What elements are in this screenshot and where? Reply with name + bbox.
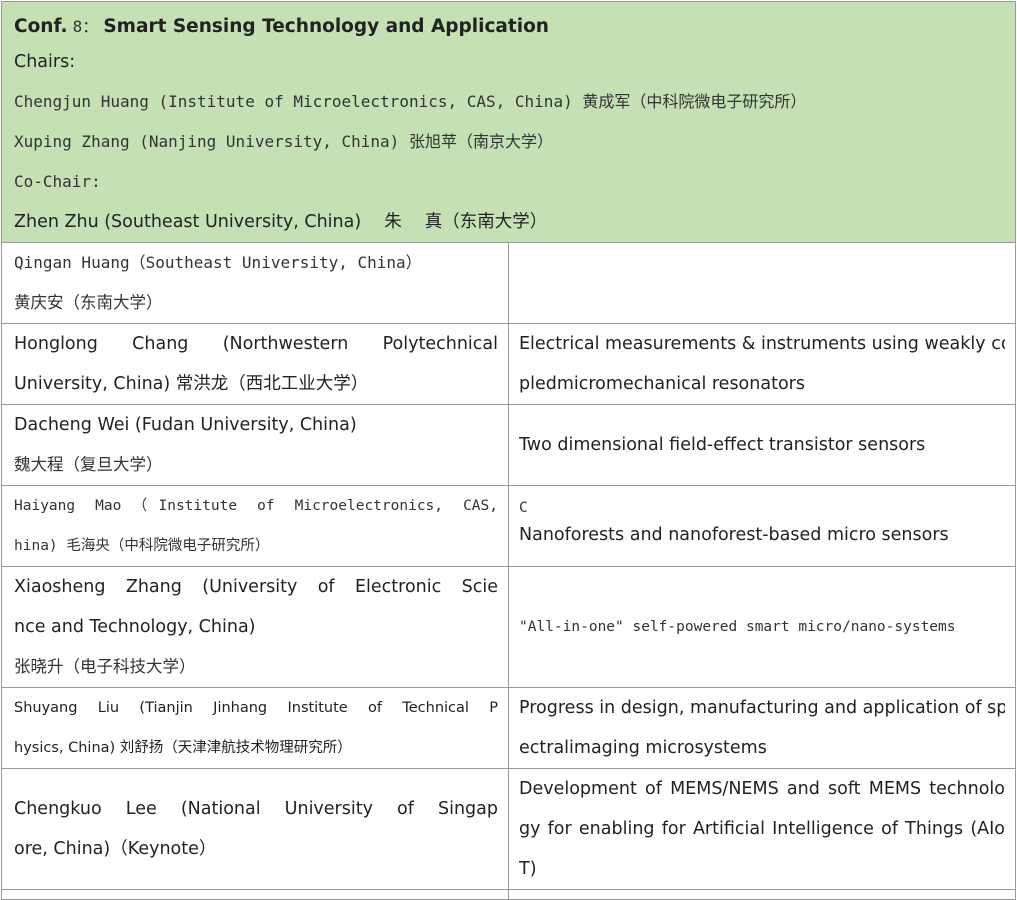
talk-line: gy for enabling for Artificial Intellige… [519,819,1005,839]
table-row: Haiyang Mao（Institute of Microelectronic… [1,485,1016,567]
speaker-cell: Xiaosheng Zhang (University of Electroni… [1,566,509,688]
talk-line: ectralimaging microsystems [519,738,767,758]
talk-cell [508,889,1016,900]
table-row [1,889,1016,900]
talk-line: Two dimensional field-effect transistor … [519,435,926,455]
conf-number: 8： [72,17,99,36]
speaker-line: Qingan Huang（Southeast University, China… [14,253,422,272]
speaker-line: 魏大程（复旦大学） [14,455,163,474]
talk-line: Nanoforests and nanoforest-based micro s… [519,525,949,545]
talk-line: pledmicromechanical resonators [519,374,805,394]
talk-cell: "All-in-one" self-powered smart micro/na… [508,566,1016,688]
talk-cell: Electrical measurements & instruments us… [508,323,1016,405]
speaker-cell: Honglong Chang (Northwestern Polytechnic… [1,323,509,405]
talk-line: "All-in-one" self-powered smart micro/na… [519,619,956,635]
speaker-cell: Shuyang Liu (Tianjin Jinhang Institute o… [1,687,509,769]
speaker-line: Haiyang Mao（Institute of Microelectronic… [14,498,498,514]
table-row: Chengkuo Lee (National University of Sin… [1,768,1016,890]
chair-2: Xuping Zhang (Nanjing University, China)… [14,132,553,151]
table-row: Xiaosheng Zhang (University of Electroni… [1,566,1016,688]
talk-line: Progress in design, manufacturing and ap… [519,698,1005,718]
speaker-line: Xiaosheng Zhang (University of Electroni… [14,577,498,597]
speaker-line: 张晓升（电子科技大学） [14,657,196,676]
program-sheet: Conf. 8： Smart Sensing Technology and Ap… [1,1,1016,900]
chair-1: Chengjun Huang (Institute of Microelectr… [14,92,807,111]
speaker-line: Honglong Chang (Northwestern Polytechnic… [14,334,498,354]
talk-cell: Progress in design, manufacturing and ap… [508,687,1016,769]
talk-cell: Two dimensional field-effect transistor … [508,404,1016,486]
talk-cell: C Nanoforests and nanoforest-based micro… [508,485,1016,567]
speaker-line: Chengkuo Lee (National University of Sin… [14,799,498,819]
speaker-cell: Haiyang Mao（Institute of Microelectronic… [1,485,509,567]
speaker-cell [1,889,509,900]
cochair-label: Co-Chair: [14,172,101,191]
session-title-line: Conf. 8： Smart Sensing Technology and Ap… [14,4,1003,42]
talk-line: C [519,500,528,516]
speaker-line: Shuyang Liu (Tianjin Jinhang Institute o… [14,700,498,716]
speaker-line: hina) 毛海央（中科院微电子研究所） [14,538,270,554]
session-table: Conf. 8： Smart Sensing Technology and Ap… [1,1,1016,900]
talk-line: Electrical measurements & instruments us… [519,334,1005,354]
speaker-line: ore, China)（Keynote） [14,839,217,859]
speaker-cell: Qingan Huang（Southeast University, China… [1,242,509,324]
table-row: Honglong Chang (Northwestern Polytechnic… [1,323,1016,405]
speaker-line: hysics, China) 刘舒扬（天津津航技术物理研究所） [14,740,352,756]
talk-line: T) [519,859,537,879]
speaker-cell: Dacheng Wei (Fudan University, China) 魏大… [1,404,509,486]
speaker-line: nce and Technology, China) [14,617,256,637]
speaker-line: Dacheng Wei (Fudan University, China) [14,415,357,435]
session-header: Conf. 8： Smart Sensing Technology and Ap… [1,1,1016,243]
talk-cell [508,242,1016,324]
chairs-label: Chairs: [14,52,76,72]
speaker-line: University, China) 常洪龙（西北工业大学） [14,374,369,394]
table-row: Qingan Huang（Southeast University, China… [1,242,1016,324]
speaker-cell: Chengkuo Lee (National University of Sin… [1,768,509,890]
talk-cell: Development of MEMS/NEMS and soft MEMS t… [508,768,1016,890]
conf-label: Conf. [14,16,68,37]
talk-line: Development of MEMS/NEMS and soft MEMS t… [519,779,1005,799]
table-row: Shuyang Liu (Tianjin Jinhang Institute o… [1,687,1016,769]
speaker-line: 黄庆安（东南大学） [14,293,163,312]
cochair: Zhen Zhu (Southeast University, China) 朱… [14,212,548,232]
session-title: Smart Sensing Technology and Application [103,16,549,37]
table-row: Dacheng Wei (Fudan University, China) 魏大… [1,404,1016,486]
